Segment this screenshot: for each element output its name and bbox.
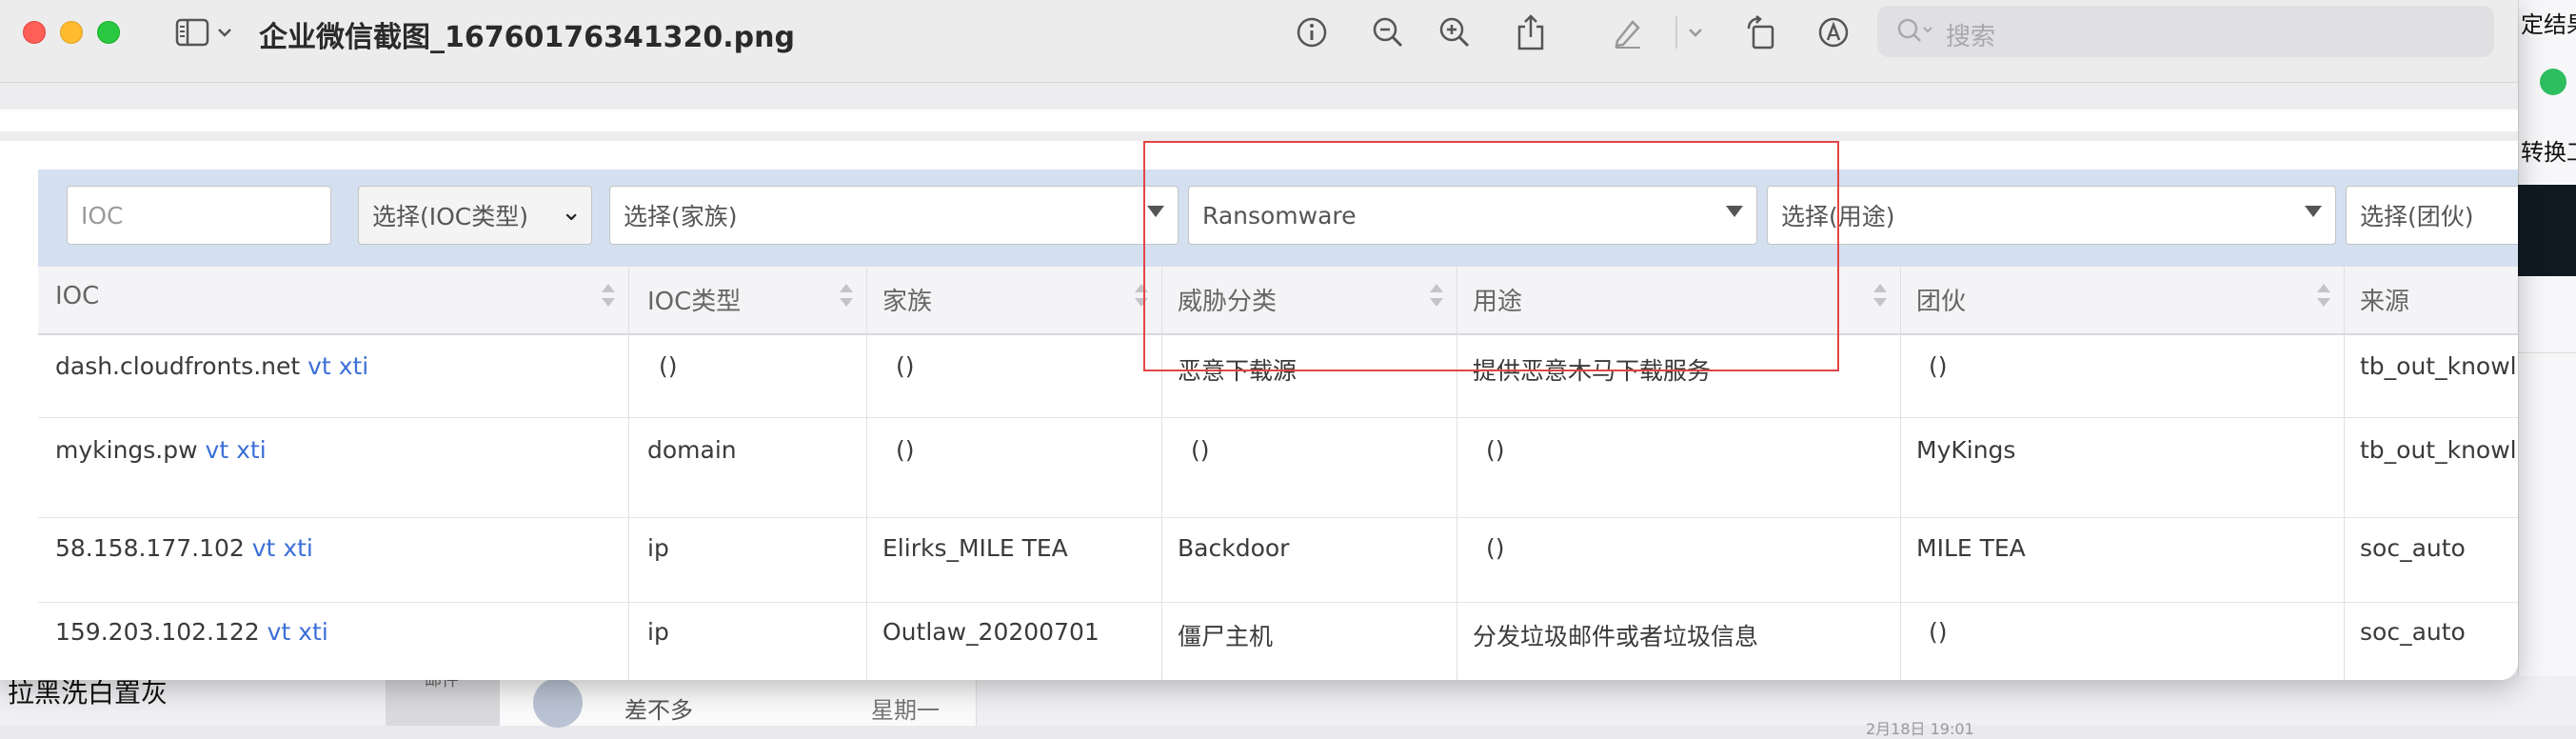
family-cell: () <box>896 352 915 380</box>
ioc-type-select[interactable]: 选择(IOC类型) ⌄ <box>358 186 592 245</box>
column-divider <box>2344 267 2345 680</box>
preview-window: 企业微信截图_16760176341320.png 搜索 IOC 选择(IOC类… <box>0 0 2518 680</box>
vt-link[interactable]: vt <box>206 436 229 464</box>
gang-cell: MILE TEA <box>1916 534 2026 562</box>
source-cell: tb_out_knowle <box>2360 352 2518 380</box>
title-bar: 企业微信截图_16760176341320.png 搜索 <box>0 0 2518 83</box>
sort-icon[interactable] <box>2317 282 2330 310</box>
search-placeholder: 搜索 <box>1946 23 1996 51</box>
background-dark-panel <box>2518 185 2576 276</box>
family-cell: Outlaw_20200701 <box>882 618 1100 646</box>
source-cell: soc_auto <box>2360 618 2466 646</box>
background-right-text-2: 转换工 <box>2521 139 2576 166</box>
table-row: 58.158.177.102 vt xti <box>55 534 313 562</box>
family-cell: Elirks_MILE TEA <box>882 534 1068 562</box>
ioc-type-cell: domain <box>647 436 737 464</box>
column-divider <box>628 267 629 680</box>
usage-cell: () <box>1486 436 1505 464</box>
ioc-type-select-value: 选择(IOC类型) <box>372 203 529 230</box>
avatar[interactable] <box>533 678 583 728</box>
minimize-window-button[interactable] <box>60 21 83 44</box>
column-header-ioc[interactable]: IOC <box>55 282 99 310</box>
zoom-in-icon[interactable] <box>1436 13 1474 51</box>
chat-list-name[interactable]: 差不多 <box>624 691 693 725</box>
chat-list-day: 星期一 <box>871 697 940 724</box>
background-right-text: 定结果 <box>2521 11 2576 38</box>
row-divider <box>38 417 2518 418</box>
sort-icon[interactable] <box>840 282 853 310</box>
vt-link[interactable]: vt <box>307 352 331 380</box>
usage-cell: () <box>1486 534 1505 562</box>
chevron-down-icon[interactable] <box>1685 13 1706 51</box>
sidebar-icon[interactable] <box>171 13 213 51</box>
gang-select-value: 选择(团伙) <box>2360 203 2474 230</box>
family-cell: () <box>896 436 915 464</box>
threat-cell: Backdoor <box>1178 534 1290 562</box>
row-divider <box>38 602 2518 603</box>
row-divider <box>38 517 2518 518</box>
chevron-down-icon[interactable] <box>215 13 234 51</box>
ioc-type-cell: () <box>659 352 678 380</box>
vt-link[interactable]: vt <box>252 534 276 562</box>
column-divider <box>866 267 867 680</box>
rotate-icon[interactable] <box>1742 13 1780 51</box>
zoom-out-icon[interactable] <box>1369 13 1407 51</box>
xti-link[interactable]: xti <box>236 436 267 464</box>
column-divider <box>1900 267 1901 680</box>
ioc-input[interactable]: IOC <box>67 186 331 245</box>
column-header-family[interactable]: 家族 <box>882 282 932 317</box>
sort-icon[interactable] <box>1873 282 1887 310</box>
close-window-button[interactable] <box>23 21 46 44</box>
background-divider <box>2518 352 2576 353</box>
chevron-down-icon: ⌄ <box>561 198 582 227</box>
usage-select[interactable]: 选择(用途) <box>1767 186 2336 245</box>
table-row: 159.203.102.122 vt xti <box>55 618 328 646</box>
ioc-value: 58.158.177.102 <box>55 534 245 562</box>
family-select[interactable]: 选择(家族) <box>609 186 1179 245</box>
xti-link[interactable]: xti <box>339 352 369 380</box>
sort-icon[interactable] <box>602 282 615 310</box>
threat-cell: () <box>1191 436 1210 464</box>
ioc-input-placeholder: IOC <box>81 201 124 230</box>
family-select-value: 选择(家族) <box>624 203 738 230</box>
chat-list-date: 2月18日 19:01 <box>1866 720 1974 738</box>
dropdown-caret-icon <box>2305 206 2322 217</box>
ioc-value: dash.cloudfronts.net <box>55 352 301 380</box>
info-icon[interactable] <box>1293 13 1331 51</box>
share-icon[interactable] <box>1512 13 1550 51</box>
ioc-value: mykings.pw <box>55 436 198 464</box>
ioc-value: 159.203.102.122 <box>55 618 260 646</box>
ioc-type-cell: ip <box>647 618 669 646</box>
source-cell: soc_auto <box>2360 534 2466 562</box>
search-icon <box>1896 17 1934 50</box>
gang-select[interactable]: 选择(团伙) <box>2346 186 2518 245</box>
markup-pen-icon[interactable] <box>1609 13 1647 51</box>
gang-cell: () <box>1929 352 1948 380</box>
xti-link[interactable]: xti <box>283 534 313 562</box>
threat-cell: 僵尸主机 <box>1178 623 1274 650</box>
background-right-panel <box>2518 0 2576 726</box>
highlight-annotation-box <box>1143 141 1839 371</box>
zoom-window-button[interactable] <box>97 21 120 44</box>
annotate-icon[interactable] <box>1814 13 1853 51</box>
usage-cell: 分发垃圾邮件或者垃圾信息 <box>1473 623 1759 650</box>
column-header-ioc-type[interactable]: IOC类型 <box>647 282 741 317</box>
toolbar-separator <box>1675 16 1677 49</box>
column-header-source[interactable]: 来源 <box>2360 282 2409 317</box>
search-field[interactable]: 搜索 <box>1877 6 2494 57</box>
document-gray-band-2 <box>0 131 2518 141</box>
xti-link[interactable]: xti <box>298 618 328 646</box>
gang-cell: () <box>1929 618 1948 646</box>
table-row: mykings.pw vt xti <box>55 436 267 464</box>
gang-cell: MyKings <box>1916 436 2016 464</box>
source-cell: tb_out_knowle <box>2360 436 2518 464</box>
window-title: 企业微信截图_16760176341320.png <box>259 21 795 54</box>
column-header-gang[interactable]: 团伙 <box>1916 282 1966 317</box>
ioc-type-cell: ip <box>647 534 669 562</box>
document-gray-band <box>0 83 2518 110</box>
vt-link[interactable]: vt <box>268 618 291 646</box>
table-row: dash.cloudfronts.net vt xti <box>55 352 368 380</box>
evernote-icon[interactable] <box>2540 69 2566 95</box>
